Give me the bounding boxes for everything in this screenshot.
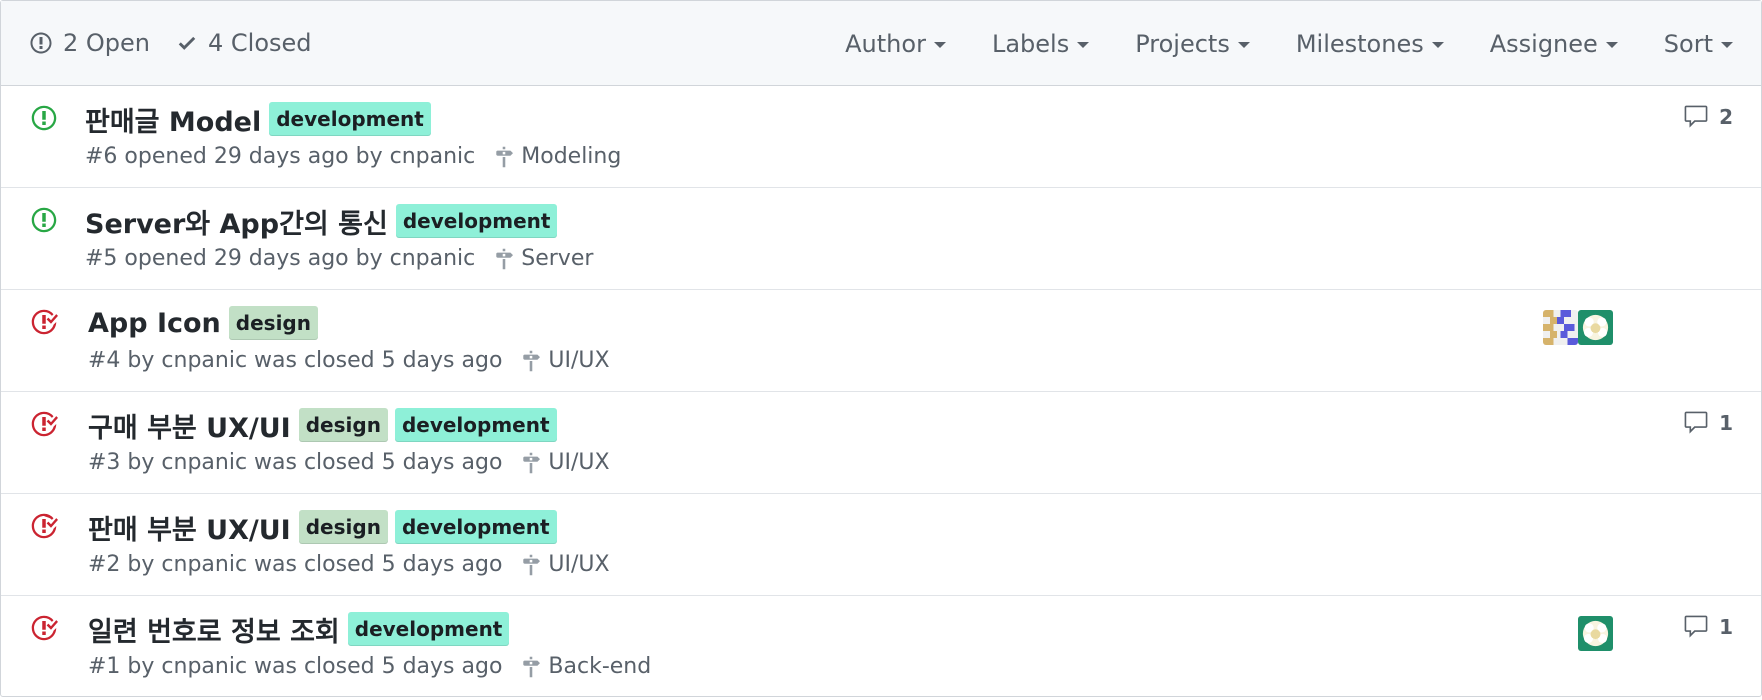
issue-row: 판매글 Model development #6 opened 29 days …	[1, 86, 1761, 188]
projects-filter-label: Projects	[1135, 29, 1230, 58]
milestone-link[interactable]: UI/UX	[522, 450, 610, 475]
caret-down-icon	[1605, 42, 1618, 48]
milestone-icon	[496, 146, 514, 167]
sort-filter-label: Sort	[1663, 29, 1713, 58]
issue-closed-icon	[31, 411, 58, 437]
issue-title-link[interactable]: App Icon	[88, 308, 221, 339]
issue-closed-icon	[31, 309, 58, 335]
comments-link[interactable]: 1	[1683, 614, 1733, 640]
comment-count: 1	[1719, 615, 1733, 639]
label-design[interactable]: design	[298, 510, 388, 544]
milestone-icon	[496, 248, 514, 269]
issue-title-link[interactable]: 일련 번호로 정보 조회	[88, 610, 340, 649]
label-development[interactable]: development	[394, 408, 557, 442]
labels-filter-label: Labels	[991, 29, 1070, 58]
issue-row: 판매 부분 UX/UI design development #2 by cnp…	[1, 494, 1761, 596]
avatar[interactable]	[1578, 616, 1613, 651]
caret-down-icon	[1077, 42, 1090, 48]
assignee-avatars	[1578, 616, 1613, 651]
issues-list-box: 2 Open 4 Closed Author Labels Projects M…	[0, 0, 1762, 697]
issue-row: App Icon design #4 by cnpanic was closed…	[1, 290, 1761, 392]
milestone-label: UI/UX	[548, 348, 610, 373]
issue-opened-icon	[30, 32, 52, 54]
comments-link[interactable]: 1	[1683, 410, 1733, 436]
issue-meta: #5 opened 29 days ago by cnpanic	[85, 246, 476, 271]
milestone-link[interactable]: Back-end	[522, 654, 651, 679]
issue-meta: #2 by cnpanic was closed 5 days ago	[88, 552, 503, 577]
issue-opened-icon	[31, 207, 57, 233]
issue-closed-icon	[31, 615, 58, 641]
issue-title-link[interactable]: 구매 부분 UX/UI	[88, 406, 291, 445]
open-issues-link[interactable]: 2 Open	[29, 29, 150, 57]
open-issues-label: 2 Open	[63, 29, 150, 57]
caret-down-icon	[1431, 42, 1444, 48]
milestone-label: UI/UX	[548, 450, 610, 475]
label-design[interactable]: design	[228, 306, 318, 340]
filter-bar: Author Labels Projects Milestones Assign…	[799, 1, 1733, 86]
milestone-icon	[523, 350, 541, 371]
comment-icon	[1684, 615, 1708, 638]
milestone-link[interactable]: Modeling	[495, 144, 621, 169]
comment-count: 2	[1719, 105, 1733, 129]
issue-title-link[interactable]: Server와 App간의 통신	[85, 202, 388, 241]
milestone-label: Server	[521, 246, 594, 271]
issue-row: 일련 번호로 정보 조회 development #1 by cnpanic w…	[1, 596, 1761, 696]
avatar[interactable]	[1578, 310, 1613, 345]
caret-down-icon	[1721, 42, 1733, 48]
issue-opened-icon	[31, 105, 57, 131]
issue-meta: #1 by cnpanic was closed 5 days ago	[88, 654, 503, 679]
milestone-link[interactable]: UI/UX	[522, 552, 610, 577]
label-development[interactable]: development	[395, 204, 558, 238]
assignee-avatars	[1543, 310, 1613, 345]
milestone-link[interactable]: Server	[495, 246, 593, 271]
issue-closed-icon	[31, 513, 58, 539]
issue-title-link[interactable]: 판매 부분 UX/UI	[88, 508, 291, 547]
milestones-filter-label: Milestones	[1295, 29, 1424, 58]
issue-meta: #4 by cnpanic was closed 5 days ago	[88, 348, 503, 373]
assignee-filter-label: Assignee	[1489, 29, 1598, 58]
caret-down-icon	[933, 42, 946, 48]
issue-row: 구매 부분 UX/UI design development #3 by cnp…	[1, 392, 1761, 494]
issue-state-toggle: 2 Open 4 Closed	[29, 29, 338, 57]
closed-issues-label: 4 Closed	[208, 29, 312, 57]
author-filter-label: Author	[845, 29, 926, 58]
closed-issues-link[interactable]: 4 Closed	[176, 29, 312, 57]
milestone-link[interactable]: UI/UX	[522, 348, 610, 373]
label-design[interactable]: design	[298, 408, 388, 442]
comment-icon	[1684, 411, 1708, 434]
issues-list-header: 2 Open 4 Closed Author Labels Projects M…	[1, 1, 1761, 86]
comments-link[interactable]: 2	[1683, 104, 1733, 130]
milestones-filter[interactable]: Milestones	[1296, 30, 1444, 58]
avatar[interactable]	[1543, 310, 1578, 345]
check-icon	[178, 36, 196, 50]
author-filter[interactable]: Author	[845, 30, 946, 58]
caret-down-icon	[1237, 42, 1250, 48]
issue-meta: #3 by cnpanic was closed 5 days ago	[88, 450, 503, 475]
milestone-icon	[523, 452, 541, 473]
labels-filter[interactable]: Labels	[991, 29, 1090, 58]
issue-title-link[interactable]: 판매글 Model	[85, 100, 261, 139]
issue-row: Server와 App간의 통신 development #5 opened 2…	[1, 188, 1761, 290]
issue-meta: #6 opened 29 days ago by cnpanic	[85, 144, 476, 169]
milestone-label: UI/UX	[548, 552, 610, 577]
milestone-icon	[523, 656, 541, 677]
comment-count: 1	[1719, 411, 1733, 435]
milestone-icon	[523, 554, 541, 575]
milestone-label: Back-end	[548, 654, 652, 679]
comment-icon	[1684, 105, 1708, 128]
milestone-label: Modeling	[521, 144, 622, 169]
sort-filter[interactable]: Sort	[1664, 30, 1733, 58]
assignee-filter[interactable]: Assignee	[1490, 30, 1618, 58]
projects-filter[interactable]: Projects	[1135, 30, 1250, 58]
label-development[interactable]: development	[347, 612, 510, 646]
label-development[interactable]: development	[269, 102, 431, 136]
label-development[interactable]: development	[394, 510, 557, 544]
